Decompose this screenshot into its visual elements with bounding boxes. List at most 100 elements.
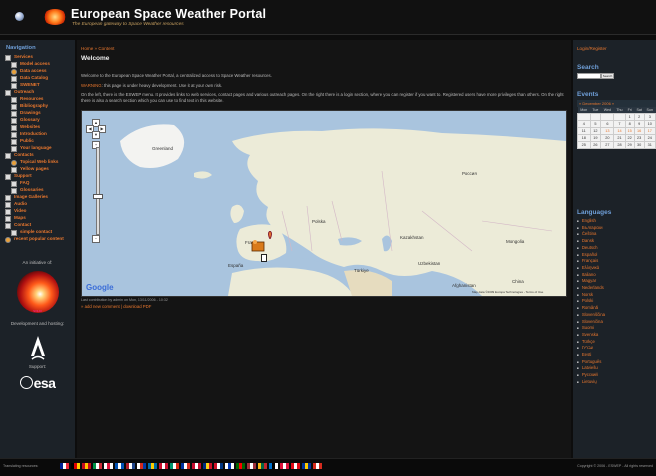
language-link[interactable]: Italiano bbox=[577, 272, 605, 279]
flag-icon[interactable] bbox=[302, 463, 311, 469]
calendar-day[interactable]: 22 bbox=[624, 134, 635, 142]
nav-item[interactable]: Topical Web links bbox=[0, 159, 75, 166]
calendar-day[interactable]: 3 bbox=[643, 113, 656, 121]
flag-icon[interactable] bbox=[93, 463, 102, 469]
flag-icon[interactable] bbox=[71, 463, 80, 469]
language-link[interactable]: Nederlands bbox=[577, 285, 605, 292]
flag-icon[interactable] bbox=[181, 463, 190, 469]
zoom-out-icon[interactable]: − bbox=[92, 235, 100, 243]
nav-item[interactable]: Glossaries bbox=[0, 187, 75, 194]
flag-icon[interactable] bbox=[137, 463, 146, 469]
calendar-day[interactable]: 17 bbox=[643, 127, 656, 135]
nav-item[interactable]: Resources bbox=[0, 96, 75, 103]
flag-icon[interactable] bbox=[60, 463, 69, 469]
calendar-day[interactable]: 4 bbox=[577, 120, 591, 128]
calendar-day[interactable]: 19 bbox=[589, 134, 602, 142]
calendar-day[interactable]: 7 bbox=[613, 120, 626, 128]
calendar-day[interactable]: 9 bbox=[633, 120, 645, 128]
language-link[interactable]: Español bbox=[577, 252, 605, 259]
nav-item[interactable]: Services bbox=[0, 54, 75, 61]
flag-icon[interactable] bbox=[126, 463, 135, 469]
flag-icon[interactable] bbox=[159, 463, 168, 469]
language-link[interactable]: English bbox=[577, 218, 605, 225]
language-link[interactable]: Eesti bbox=[577, 352, 605, 359]
flag-icon[interactable] bbox=[280, 463, 289, 469]
language-link[interactable]: Русский bbox=[577, 372, 605, 379]
nav-item[interactable]: Support bbox=[0, 173, 75, 180]
globe-icon[interactable] bbox=[15, 12, 24, 21]
calendar-day[interactable]: 26 bbox=[589, 141, 602, 149]
calendar-day[interactable]: 27 bbox=[600, 141, 615, 149]
flag-icon[interactable] bbox=[236, 463, 245, 469]
language-link[interactable]: Français bbox=[577, 258, 605, 265]
language-link[interactable]: Svenska bbox=[577, 332, 605, 339]
calendar-day[interactable]: 11 bbox=[577, 127, 591, 135]
nav-item[interactable]: Bibliography bbox=[0, 103, 75, 110]
nav-item[interactable]: Data access bbox=[0, 68, 75, 75]
calendar-day[interactable]: 2 bbox=[633, 113, 645, 121]
language-link[interactable]: עברית bbox=[577, 345, 605, 352]
language-link[interactable]: Suomi bbox=[577, 325, 605, 332]
calendar-day[interactable]: 18 bbox=[577, 134, 591, 142]
language-link[interactable]: Slovenčina bbox=[577, 319, 605, 326]
flag-icon[interactable] bbox=[258, 463, 267, 469]
nav-item[interactable]: Outreach bbox=[0, 89, 75, 96]
calendar-day[interactable]: 28 bbox=[613, 141, 626, 149]
nav-item[interactable]: Introduction bbox=[0, 131, 75, 138]
zoom-slider[interactable] bbox=[96, 147, 100, 235]
language-link[interactable]: Türkçe bbox=[577, 339, 605, 346]
nav-item[interactable]: Websites bbox=[0, 124, 75, 131]
language-link[interactable]: Polski bbox=[577, 298, 605, 305]
estec-logo-icon[interactable] bbox=[28, 334, 48, 362]
flag-icon[interactable] bbox=[203, 463, 212, 469]
language-link[interactable]: Latviešu bbox=[577, 365, 605, 372]
nav-item[interactable]: Contact bbox=[0, 222, 75, 229]
nav-item[interactable]: SWENET bbox=[0, 82, 75, 89]
calendar-day[interactable]: 8 bbox=[624, 120, 635, 128]
search-input[interactable] bbox=[577, 73, 601, 79]
content-links[interactable]: » add new comment | download PDF bbox=[81, 304, 151, 309]
nav-item[interactable]: Glossary bbox=[0, 117, 75, 124]
soho-sun-logo[interactable] bbox=[16, 271, 59, 313]
google-logo[interactable]: Google bbox=[86, 283, 114, 292]
flag-icon[interactable] bbox=[148, 463, 157, 469]
nav-item[interactable]: Maps bbox=[0, 215, 75, 222]
sun-logo-icon[interactable] bbox=[43, 9, 67, 25]
language-link[interactable]: Norsk bbox=[577, 292, 605, 299]
calendar-day[interactable]: 5 bbox=[589, 120, 602, 128]
calendar-day[interactable]: 31 bbox=[643, 141, 656, 149]
language-link[interactable]: Deutsch bbox=[577, 245, 605, 252]
nav-item[interactable]: Video bbox=[0, 208, 75, 215]
calendar-day[interactable]: 20 bbox=[600, 134, 615, 142]
nav-item[interactable]: FAQ bbox=[0, 180, 75, 187]
nav-item[interactable]: Drawings bbox=[0, 110, 75, 117]
world-map[interactable]: Greenland Россия Kazakhstan Mongolia Chi… bbox=[81, 110, 567, 297]
flag-icon[interactable] bbox=[192, 463, 201, 469]
login-register-link[interactable]: Login/Register bbox=[577, 46, 607, 51]
flag-icon[interactable] bbox=[82, 463, 91, 469]
calendar-day[interactable]: 25 bbox=[577, 141, 591, 149]
esa-logo[interactable]: esa bbox=[0, 375, 75, 391]
language-link[interactable]: Română bbox=[577, 305, 605, 312]
calendar-day[interactable]: 21 bbox=[613, 134, 626, 142]
calendar-day[interactable]: 12 bbox=[589, 127, 602, 135]
language-link[interactable]: Български bbox=[577, 225, 605, 232]
language-link[interactable]: Čeština bbox=[577, 231, 605, 238]
calendar-day[interactable]: 15 bbox=[624, 127, 635, 135]
nav-item[interactable]: simple contact bbox=[0, 229, 75, 236]
nav-item[interactable]: Data Catalog bbox=[0, 75, 75, 82]
nav-item[interactable]: Yellow pages bbox=[0, 166, 75, 173]
flag-icon[interactable] bbox=[247, 463, 256, 469]
language-link[interactable]: Magyar bbox=[577, 278, 605, 285]
calendar-day[interactable]: 6 bbox=[600, 120, 615, 128]
language-link[interactable]: Dansk bbox=[577, 238, 605, 245]
flag-icon[interactable] bbox=[269, 463, 278, 469]
pan-down-icon[interactable]: ▼ bbox=[92, 131, 100, 139]
calendar-day[interactable]: 10 bbox=[643, 120, 656, 128]
language-link[interactable]: Lietuvių bbox=[577, 379, 605, 386]
calendar-day[interactable]: 14 bbox=[613, 127, 626, 135]
zoom-slider-thumb[interactable] bbox=[93, 194, 103, 199]
calendar-day[interactable]: 16 bbox=[633, 127, 645, 135]
nav-item[interactable]: Audio bbox=[0, 201, 75, 208]
map-marker-icon[interactable] bbox=[250, 239, 266, 253]
